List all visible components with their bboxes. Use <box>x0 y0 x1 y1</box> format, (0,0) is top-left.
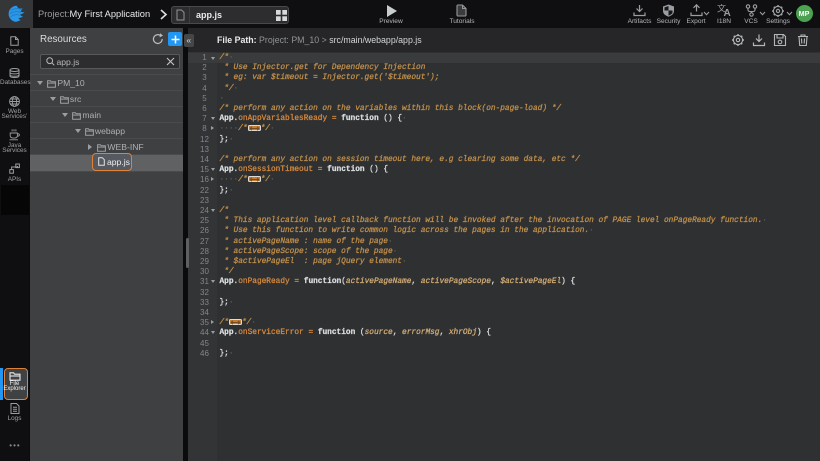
svg-text:A: A <box>724 8 731 17</box>
